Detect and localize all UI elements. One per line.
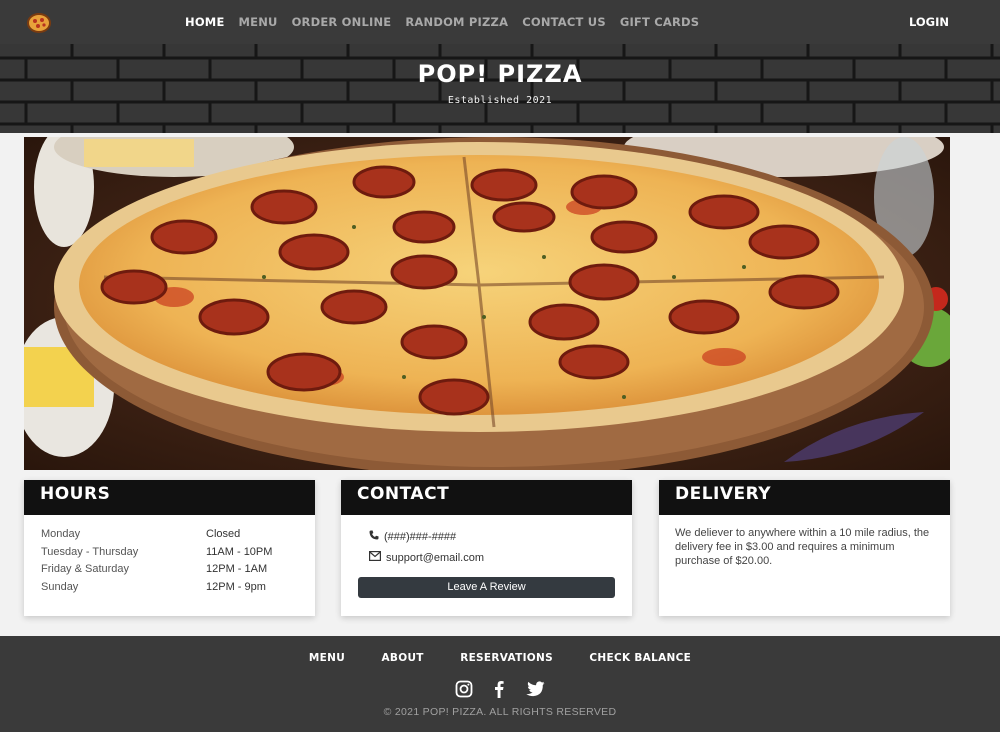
email-line[interactable]: support@email.com [369,551,484,564]
leave-review-button[interactable]: Leave A Review [358,577,615,598]
footer-about-link[interactable]: ABOUT [382,652,424,664]
copyright-text: © 2021 POP! PIZZA. ALL RIGHTS RESERVED [383,706,617,718]
delivery-title: DELIVERY [659,480,950,515]
phone-line[interactable]: (###)###-#### [369,530,456,543]
hours-row: Monday Closed [41,528,301,546]
delivery-card: DELIVERY We deliever to anywhere within … [659,480,950,616]
hours-day: Friday & Saturday [41,563,130,575]
hours-time: 11AM - 10PM [206,545,273,558]
contact-card: CONTACT (###)###-#### support@email.com … [341,480,632,616]
nav-random-pizza[interactable]: RANDOM PIZZA [405,15,508,29]
hours-time: 12PM - 1AM [206,563,268,575]
hours-time: 12PM - 9pm [206,580,266,593]
footer-menu-link[interactable]: MENU [309,652,345,664]
instagram-icon[interactable] [455,680,473,703]
hours-row: Tuesday - Thursday 11AM - 10PM [41,546,301,564]
email-address: support@email.com [386,551,484,564]
phone-icon [369,530,384,543]
hours-row: Sunday 12PM - 9pm [41,581,301,599]
phone-number: (###)###-#### [384,530,457,543]
hero-banner: POP! PIZZA Established 2021 [0,44,1000,133]
main-menu: HOME MENU ORDER ONLINE RANDOM PIZZA CONT… [185,0,713,44]
pepperoni-pizza-image [24,137,950,470]
facebook-icon[interactable] [493,680,505,703]
hours-row: Friday & Saturday 12PM - 1AM [41,563,301,581]
twitter-icon[interactable] [525,681,545,702]
footer-check-balance-link[interactable]: CHECK BALANCE [589,652,691,664]
nav-menu[interactable]: MENU [239,15,278,29]
footer-reservations-link[interactable]: RESERVATIONS [460,652,553,664]
site-title: POP! PIZZA [417,60,583,88]
hours-title: HOURS [24,480,315,515]
top-navbar: HOME MENU ORDER ONLINE RANDOM PIZZA CONT… [0,0,1000,44]
site-footer: MENU ABOUT RESERVATIONS CHECK BALANCE © … [0,636,1000,732]
brick-wall-background [0,44,1000,133]
social-links [0,680,1000,703]
envelope-icon [369,551,386,564]
hours-day: Tuesday - Thursday [41,545,139,558]
hours-day: Sunday [41,580,79,593]
hours-day: Monday [41,528,81,540]
pizza-logo-icon[interactable] [26,11,52,33]
delivery-description: We deliever to anywhere within a 10 mile… [675,527,930,567]
contact-title: CONTACT [341,480,632,515]
nav-order-online[interactable]: ORDER ONLINE [292,15,392,29]
nav-contact-us[interactable]: CONTACT US [522,15,606,29]
site-subtitle: Established 2021 [447,95,553,106]
hours-card: HOURS Monday Closed Tuesday - Thursday 1… [24,480,315,616]
hours-time: Closed [206,528,241,540]
footer-menu: MENU ABOUT RESERVATIONS CHECK BALANCE [0,648,1000,666]
hours-table: Monday Closed Tuesday - Thursday 11AM - … [41,528,301,598]
login-link[interactable]: LOGIN [909,15,949,29]
nav-gift-cards[interactable]: GIFT CARDS [620,15,699,29]
nav-home[interactable]: HOME [185,15,225,29]
